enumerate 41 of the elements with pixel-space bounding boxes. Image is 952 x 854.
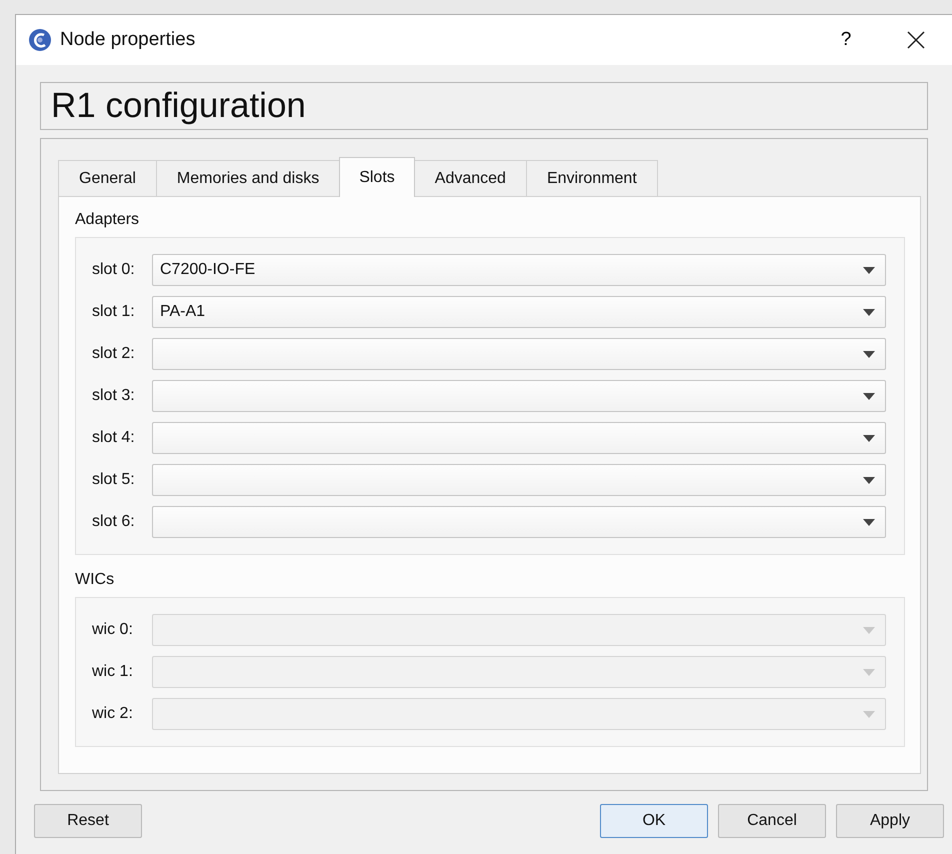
field-label: slot 0: (92, 261, 136, 279)
caret-icon (863, 308, 875, 316)
group-title: Adapters (75, 211, 140, 230)
field-label: slot 5: (92, 471, 136, 489)
config-title: R1 configuration (51, 86, 306, 126)
dialog-button[interactable]: OK (600, 804, 708, 838)
tab[interactable]: General (58, 160, 157, 196)
help-button[interactable]: ? (834, 29, 858, 51)
field-label: wic 0: (92, 621, 134, 639)
caret-icon (863, 668, 875, 676)
field-label: wic 2: (92, 705, 134, 723)
field-label: slot 4: (92, 429, 136, 447)
dropdown[interactable] (152, 464, 886, 496)
field-label: slot 6: (92, 513, 136, 531)
caret-icon (863, 392, 875, 400)
field-label: slot 3: (92, 387, 136, 405)
window-title: Node properties (60, 29, 196, 51)
caret-icon (863, 626, 875, 634)
close-icon[interactable] (906, 30, 926, 50)
field-label: wic 1: (92, 663, 134, 681)
caret-icon (863, 350, 875, 358)
app-logo-icon (28, 28, 52, 52)
tab[interactable]: Environment (526, 160, 658, 196)
field-label: slot 1: (92, 303, 136, 321)
caret-icon (863, 710, 875, 718)
dialog-button[interactable]: Apply (836, 804, 944, 838)
caret-icon (863, 476, 875, 484)
caret-icon (863, 266, 875, 274)
tab[interactable]: Slots (339, 157, 415, 197)
dropdown[interactable] (152, 338, 886, 370)
group-title: WICs (75, 571, 116, 590)
dropdown[interactable]: PA-A1 (152, 296, 886, 328)
dropdown[interactable] (152, 380, 886, 412)
dropdown[interactable] (152, 506, 886, 538)
field-label: slot 2: (92, 345, 136, 363)
dropdown[interactable]: C7200-IO-FE (152, 254, 886, 286)
caret-icon (863, 518, 875, 526)
caret-icon (863, 434, 875, 442)
dialog-button[interactable]: Cancel (718, 804, 826, 838)
dropdown[interactable] (152, 422, 886, 454)
dialog-button[interactable]: Reset (34, 804, 142, 838)
